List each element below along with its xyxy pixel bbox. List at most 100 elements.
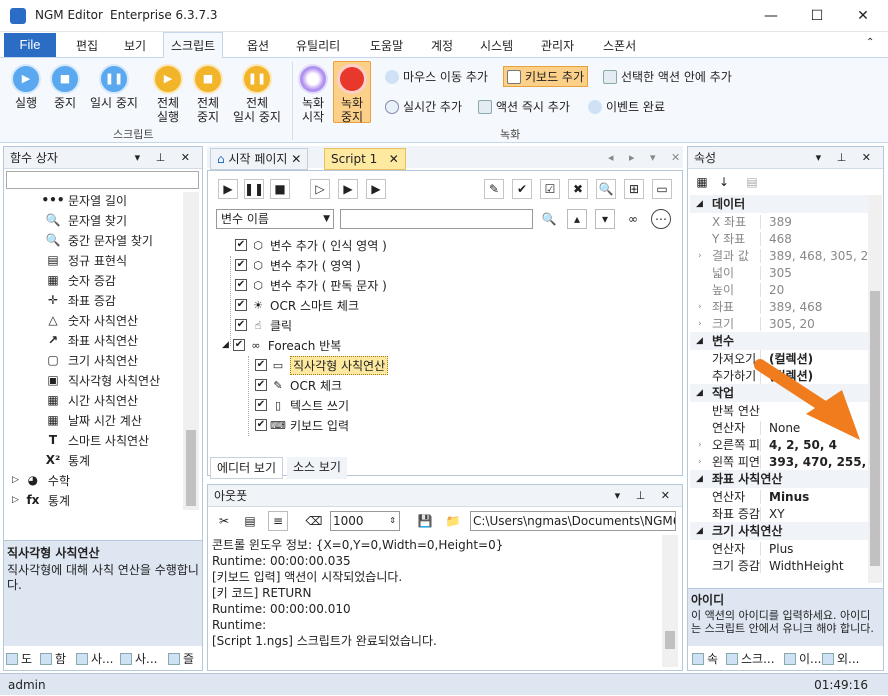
record-stop-button[interactable]: 녹화 중지: [333, 61, 371, 124]
menu-admin[interactable]: 관리자: [541, 37, 574, 54]
function-item[interactable]: ▣ 직사각형 사칙연산: [45, 370, 160, 390]
function-item[interactable]: △ 숫자 사칙연산: [45, 310, 138, 330]
categorized-icon[interactable]: ▦: [692, 172, 712, 192]
collapse-icon[interactable]: ◢: [696, 522, 703, 540]
expand-icon[interactable]: ▷: [12, 495, 19, 505]
action-checkbox[interactable]: ✔: [235, 279, 247, 291]
run-selected-icon[interactable]: ▶: [366, 179, 386, 199]
keyboard-add-button[interactable]: 키보드 추가: [503, 66, 589, 87]
property-category[interactable]: ◢ 데이터: [690, 195, 868, 213]
script-action-node[interactable]: ✔ ⌨ 키보드 입력: [255, 415, 349, 435]
realtime-add-button[interactable]: 실시간 추가: [385, 98, 462, 115]
output-scrollbar[interactable]: [662, 535, 678, 667]
tab-start-page[interactable]: ⌂ 시작 페이지 ✕: [210, 148, 309, 170]
run-all-button[interactable]: ▶ 전체 실행: [150, 64, 186, 124]
menu-help[interactable]: 도움말: [370, 37, 403, 54]
file-menu[interactable]: File: [4, 33, 56, 57]
function-item[interactable]: ▦ 날짜 시간 계산: [45, 410, 142, 430]
event-done-button[interactable]: 이벤트 완료: [588, 98, 665, 115]
stop-all-button[interactable]: ■ 전체 중지: [190, 64, 226, 124]
collapse-icon[interactable]: ◢: [696, 470, 703, 488]
expand-icon[interactable]: ›: [698, 457, 702, 467]
action-checkbox[interactable]: ✔: [255, 419, 267, 431]
left-bottom-tab[interactable]: 함: [40, 648, 66, 670]
property-row[interactable]: 높이 20: [690, 281, 868, 298]
action-checkbox[interactable]: ✔: [255, 359, 267, 371]
move-up-icon[interactable]: ▴: [567, 209, 587, 229]
menu-edit[interactable]: 편집: [76, 37, 98, 54]
function-group[interactable]: ▷ fx 통계: [12, 490, 70, 510]
script-action-node[interactable]: ✔ ✎ OCR 체크: [255, 375, 342, 395]
record-start-button[interactable]: 녹화 시작: [297, 64, 329, 124]
stop-button[interactable]: ■ 중지: [48, 64, 82, 110]
collapse-icon[interactable]: ◢: [696, 195, 703, 213]
property-row[interactable]: › 크기 305, 20: [690, 315, 868, 332]
add-in-selected-action-button[interactable]: 선택한 액션 안에 추가: [603, 68, 732, 85]
expand-icon[interactable]: ›: [698, 319, 702, 329]
script-action-node[interactable]: ✔ ▯ 텍스트 쓰기: [255, 395, 349, 415]
screen-icon[interactable]: ▭: [652, 179, 672, 199]
function-item[interactable]: ▤ 정규 표현식: [45, 250, 127, 270]
function-item[interactable]: ••• 문자열 길이: [42, 190, 128, 210]
function-item[interactable]: ▦ 숫자 증감: [45, 270, 116, 290]
collapse-icon[interactable]: ◢: [696, 332, 703, 350]
function-search-input[interactable]: [6, 171, 199, 189]
left-bottom-tab[interactable]: 사...: [120, 648, 157, 670]
property-pages-icon[interactable]: ▤: [742, 172, 762, 192]
function-item[interactable]: T 스마트 사칙연산: [45, 430, 149, 450]
panel-pin-icon[interactable]: ▾ ⊥ ✕: [816, 147, 877, 169]
tree-view-icon[interactable]: ⊞: [624, 179, 644, 199]
play-icon[interactable]: ▶: [218, 179, 238, 199]
more-icon[interactable]: ⋯: [651, 209, 671, 229]
variable-name-combo[interactable]: 변수 이름 ▼: [216, 209, 334, 229]
panel-pin-icon[interactable]: ▾ ⊥ ✕: [135, 147, 196, 169]
property-row[interactable]: › 결과 값 389, 468, 305, 20: [690, 247, 868, 264]
output-path-input[interactable]: C:\Users\ngmas\Documents\NGM6\: [470, 511, 676, 531]
stepper-icon[interactable]: ⇕: [389, 512, 396, 530]
menu-sponsor[interactable]: 스폰서: [603, 37, 636, 54]
find-icon[interactable]: 🔍: [596, 179, 616, 199]
right-bottom-tab[interactable]: 외...: [822, 648, 859, 670]
function-item[interactable]: ↗ 좌표 사칙연산: [45, 330, 138, 350]
function-item[interactable]: 🔍 중간 문자열 찾기: [45, 230, 153, 250]
function-item[interactable]: X² 통계: [45, 450, 90, 470]
maximize-button[interactable]: ☐: [794, 0, 840, 32]
collapse-icon[interactable]: ◢: [222, 340, 229, 350]
infinity-icon[interactable]: ∞: [623, 209, 643, 229]
output-count-input[interactable]: 1000 ⇕: [330, 511, 400, 531]
action-checkbox[interactable]: ✔: [255, 399, 267, 411]
left-bottom-tab[interactable]: 사...: [76, 648, 113, 670]
script-action-node[interactable]: ◢ ✔ ∞ Foreach 반복: [222, 335, 341, 355]
right-bottom-tab[interactable]: 속: [692, 648, 718, 670]
menu-options[interactable]: 옵션: [247, 37, 269, 54]
function-item[interactable]: 🔍 문자열 찾기: [45, 210, 128, 230]
property-row[interactable]: 크기 증감 WidthHeight: [690, 557, 868, 574]
tab-nav-icons[interactable]: ◂ ▸ ▾ ✕: [608, 151, 686, 164]
eraser-icon[interactable]: ⌫: [304, 511, 324, 531]
function-item[interactable]: ✛ 좌표 증감: [45, 290, 116, 310]
menu-view[interactable]: 보기: [124, 37, 146, 54]
menu-script[interactable]: 스크립트: [163, 32, 224, 59]
expand-icon[interactable]: ›: [698, 440, 702, 450]
property-category[interactable]: ◢ 좌표 사칙연산: [690, 470, 868, 488]
script-action-node[interactable]: ✔ ⬡ 변수 추가 ( 영역 ): [235, 255, 361, 275]
action-checkbox[interactable]: ✔: [255, 379, 267, 391]
property-category[interactable]: ◢ 변수: [690, 332, 868, 350]
action-checkbox[interactable]: ✔: [235, 319, 247, 331]
close-button[interactable]: ✕: [840, 0, 886, 32]
script-action-node[interactable]: ✔ ⬡ 변수 추가 ( 인식 영역 ): [235, 235, 387, 255]
search-icon[interactable]: 🔍: [539, 209, 559, 229]
script-action-node[interactable]: ✔ ☀ OCR 스마트 체크: [235, 295, 359, 315]
property-row[interactable]: › 좌표 389, 468: [690, 298, 868, 315]
property-row[interactable]: 연산자 Minus: [690, 488, 868, 505]
script-action-node[interactable]: ✔ ⬡ 변수 추가 ( 판독 문자 ): [235, 275, 387, 295]
stop-icon[interactable]: ■: [270, 179, 290, 199]
expand-icon[interactable]: ▷: [12, 475, 19, 485]
expand-icon[interactable]: ›: [698, 302, 702, 312]
right-bottom-tab[interactable]: 이...: [784, 648, 821, 670]
property-category[interactable]: ◢ 크기 사칙연산: [690, 522, 868, 540]
pause-all-button[interactable]: ❚❚ 전체 일시 중지: [228, 64, 286, 124]
close-icon[interactable]: ✕: [291, 152, 301, 166]
run-to-icon[interactable]: ▶: [338, 179, 358, 199]
step-icon[interactable]: ▷: [310, 179, 330, 199]
